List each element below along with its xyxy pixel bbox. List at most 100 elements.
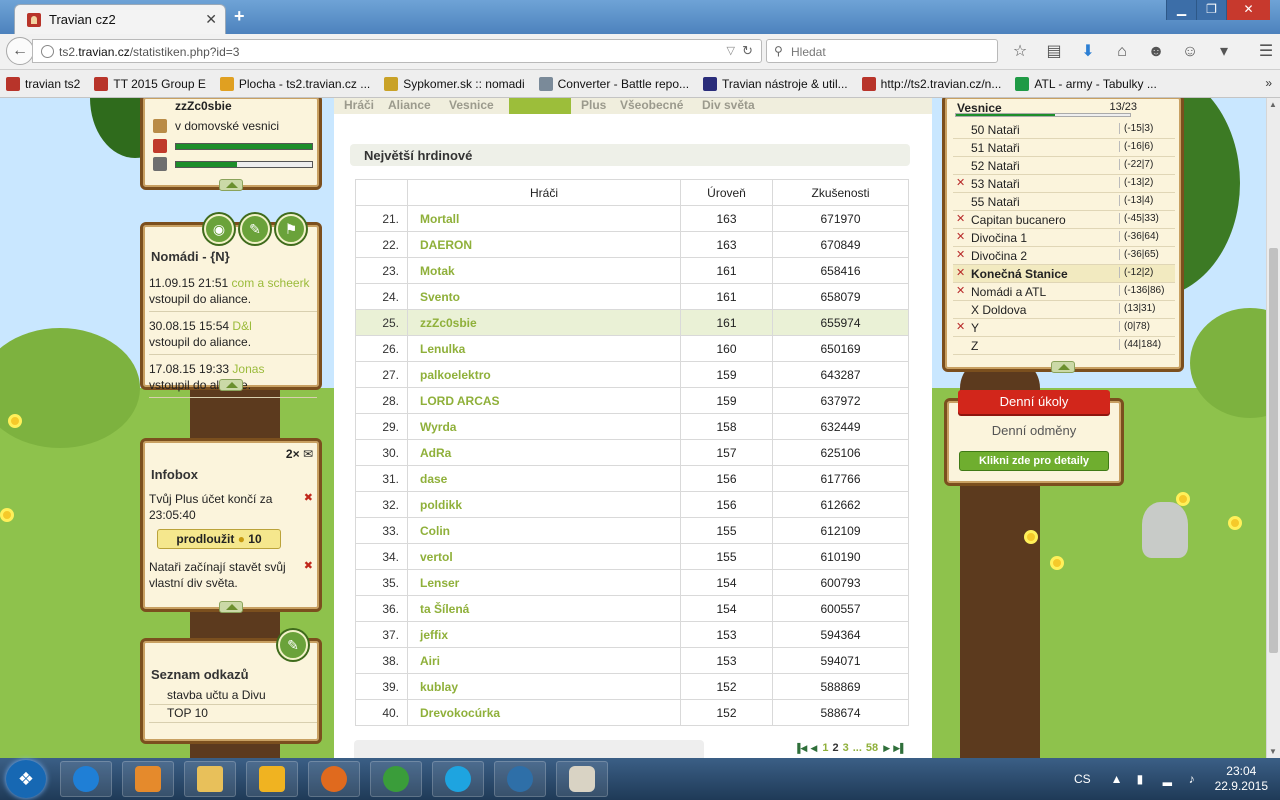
battery-warning-icon[interactable]: ▮: [1137, 772, 1151, 786]
media-player-icon[interactable]: [122, 761, 174, 797]
bookmark-item[interactable]: Travian nástroje & util...: [703, 76, 848, 91]
last-page-icon[interactable]: ▶▌: [893, 743, 906, 753]
collapse-chevron-icon[interactable]: [219, 179, 243, 191]
reading-list-icon[interactable]: ▤: [1044, 42, 1064, 62]
player-link[interactable]: Svento: [407, 283, 681, 310]
player-link[interactable]: zzZc0sbie: [407, 309, 681, 336]
signal-icon[interactable]: ▂: [1163, 772, 1177, 786]
home-icon[interactable]: ⌂: [1112, 42, 1132, 62]
news-player-link[interactable]: Jonas: [232, 362, 264, 376]
player-link[interactable]: Mortall: [407, 205, 681, 232]
volume-icon[interactable]: ♪: [1189, 772, 1203, 786]
player-link[interactable]: Colin: [407, 517, 681, 544]
start-menu-icon[interactable]: ❖: [6, 760, 46, 798]
village-list-item[interactable]: 50 Nataři (-15|3): [953, 121, 1175, 139]
daily-details-button[interactable]: Klikni zde pro detaily: [959, 451, 1109, 471]
scroll-thumb[interactable]: [1269, 248, 1278, 653]
player-link[interactable]: Lenser: [407, 569, 681, 596]
tab-wonder[interactable]: Div světa: [702, 98, 755, 112]
village-list-item[interactable]: 51 Nataři (-16|6): [953, 139, 1175, 157]
reload-icon[interactable]: ↻: [742, 43, 753, 59]
link-item[interactable]: TOP 10: [149, 705, 317, 723]
player-link[interactable]: AdRa: [407, 439, 681, 466]
village-list-item[interactable]: ✕ Konečná Stanice (-12|2): [953, 265, 1175, 283]
alliance-title[interactable]: Nomádi - {N}: [151, 249, 230, 264]
bs-player-icon[interactable]: [494, 761, 546, 797]
village-list-item[interactable]: ✕ Divočina 2 (-36|65): [953, 247, 1175, 265]
player-link[interactable]: kublay: [407, 673, 681, 700]
extension-icon[interactable]: ☺: [1180, 42, 1200, 62]
player-link[interactable]: jeffix: [407, 621, 681, 648]
file-explorer-icon[interactable]: [184, 761, 236, 797]
page-scrollbar[interactable]: ▲ ▼: [1266, 98, 1280, 758]
new-tab-icon[interactable]: +: [234, 6, 245, 27]
village-list-item[interactable]: ✕ 53 Nataři (-13|2): [953, 175, 1175, 193]
player-link[interactable]: Lenulka: [407, 335, 681, 362]
news-player-link[interactable]: com a scheerk: [232, 276, 310, 290]
tray-expand-icon[interactable]: ▲: [1111, 772, 1125, 786]
bookmark-item[interactable]: Plocha - ts2.travian.cz ...: [219, 76, 370, 91]
player-link[interactable]: vertol: [407, 543, 681, 570]
player-link[interactable]: Drevokocúrka: [407, 699, 681, 726]
extend-button[interactable]: prodloužit ● 10: [157, 529, 281, 549]
player-link[interactable]: DAERON: [407, 231, 681, 258]
window-close-icon[interactable]: ✕: [1226, 0, 1270, 20]
page-link[interactable]: 58: [866, 742, 878, 754]
player-link[interactable]: poldikk: [407, 491, 681, 518]
player-link[interactable]: Wyrda: [407, 413, 681, 440]
link-item[interactable]: stavba učtu a Divu: [149, 687, 317, 705]
collapse-chevron-icon[interactable]: [219, 601, 243, 613]
bookmark-item[interactable]: TT 2015 Group E: [94, 76, 206, 91]
bookmark-item[interactable]: travian ts2: [6, 76, 80, 91]
village-list-item[interactable]: ✕ Divočina 1 (-36|64): [953, 229, 1175, 247]
tab-villages[interactable]: Vesnice: [449, 98, 494, 112]
browser-tab[interactable]: Travian cz2 ✕: [14, 4, 226, 34]
back-arrow-icon[interactable]: ←: [6, 37, 34, 65]
restore-icon[interactable]: ❐: [1196, 0, 1226, 20]
bookmark-item[interactable]: http://ts2.travian.cz/n...: [861, 76, 1001, 91]
edit-links-icon[interactable]: ✎: [278, 630, 308, 660]
player-link[interactable]: ta Šílená: [407, 595, 681, 622]
firefox-icon[interactable]: [308, 761, 360, 797]
tab-heroes[interactable]: [509, 98, 571, 114]
menu-icon[interactable]: ☰: [1256, 42, 1276, 62]
collapse-chevron-icon[interactable]: [219, 379, 243, 391]
village-list-item[interactable]: X Doldova (13|31): [953, 301, 1175, 319]
bookmark-star-icon[interactable]: ☆: [1010, 42, 1030, 62]
village-list-item[interactable]: ✕ Capitan bucanero (-45|33): [953, 211, 1175, 229]
delete-icon[interactable]: ✖: [304, 559, 313, 572]
tab-close-icon[interactable]: ✕: [205, 11, 217, 28]
bookmarks-overflow-icon[interactable]: »: [1265, 76, 1272, 90]
village-list-item[interactable]: ✕ Nomádi a ATL (-136|86): [953, 283, 1175, 301]
news-player-link[interactable]: D&l: [232, 319, 251, 333]
paint-icon[interactable]: [556, 761, 608, 797]
page-link[interactable]: 3: [843, 742, 849, 754]
tab-alliances[interactable]: Aliance: [388, 98, 431, 112]
first-page-icon[interactable]: ▐◀: [794, 743, 807, 753]
edit-icon[interactable]: ✎: [240, 214, 270, 244]
address-bar[interactable]: ts2.travian.cz/statistiken.php?id=3 ▽ ↻: [32, 39, 762, 63]
next-page-icon[interactable]: ▶: [883, 743, 890, 753]
player-link[interactable]: dase: [407, 465, 681, 492]
village-list-item[interactable]: ✕ Y (0|78): [953, 319, 1175, 337]
player-link[interactable]: Airi: [407, 647, 681, 674]
prev-page-icon[interactable]: ◀: [810, 743, 817, 753]
tab-general[interactable]: Všeobecné: [620, 98, 683, 112]
tab-plus[interactable]: Plus: [581, 98, 606, 112]
scroll-up-icon[interactable]: ▲: [1269, 100, 1277, 109]
chat-icon[interactable]: ☻: [1146, 42, 1166, 62]
flag-icon[interactable]: ⚑: [276, 214, 306, 244]
bookmark-item[interactable]: ATL - army - Tabulky ...: [1015, 76, 1157, 91]
network-icon[interactable]: [246, 761, 298, 797]
daily-tasks-title[interactable]: Denní úkoly: [958, 390, 1110, 414]
bookmark-item[interactable]: Sypkomer.sk :: nomadi: [384, 76, 525, 91]
chrome-icon[interactable]: [370, 761, 422, 797]
download-icon[interactable]: ⬇: [1078, 42, 1098, 62]
eye-icon[interactable]: ◉: [204, 214, 234, 244]
clock[interactable]: 23:04 22.9.2015: [1215, 764, 1268, 794]
language-indicator[interactable]: CS: [1074, 772, 1091, 786]
tab-players[interactable]: Hráči: [344, 98, 374, 112]
collapse-chevron-icon[interactable]: [1051, 361, 1075, 373]
extension-dropdown-icon[interactable]: ▾: [1214, 42, 1234, 62]
player-link[interactable]: LORD ARCAS: [407, 387, 681, 414]
